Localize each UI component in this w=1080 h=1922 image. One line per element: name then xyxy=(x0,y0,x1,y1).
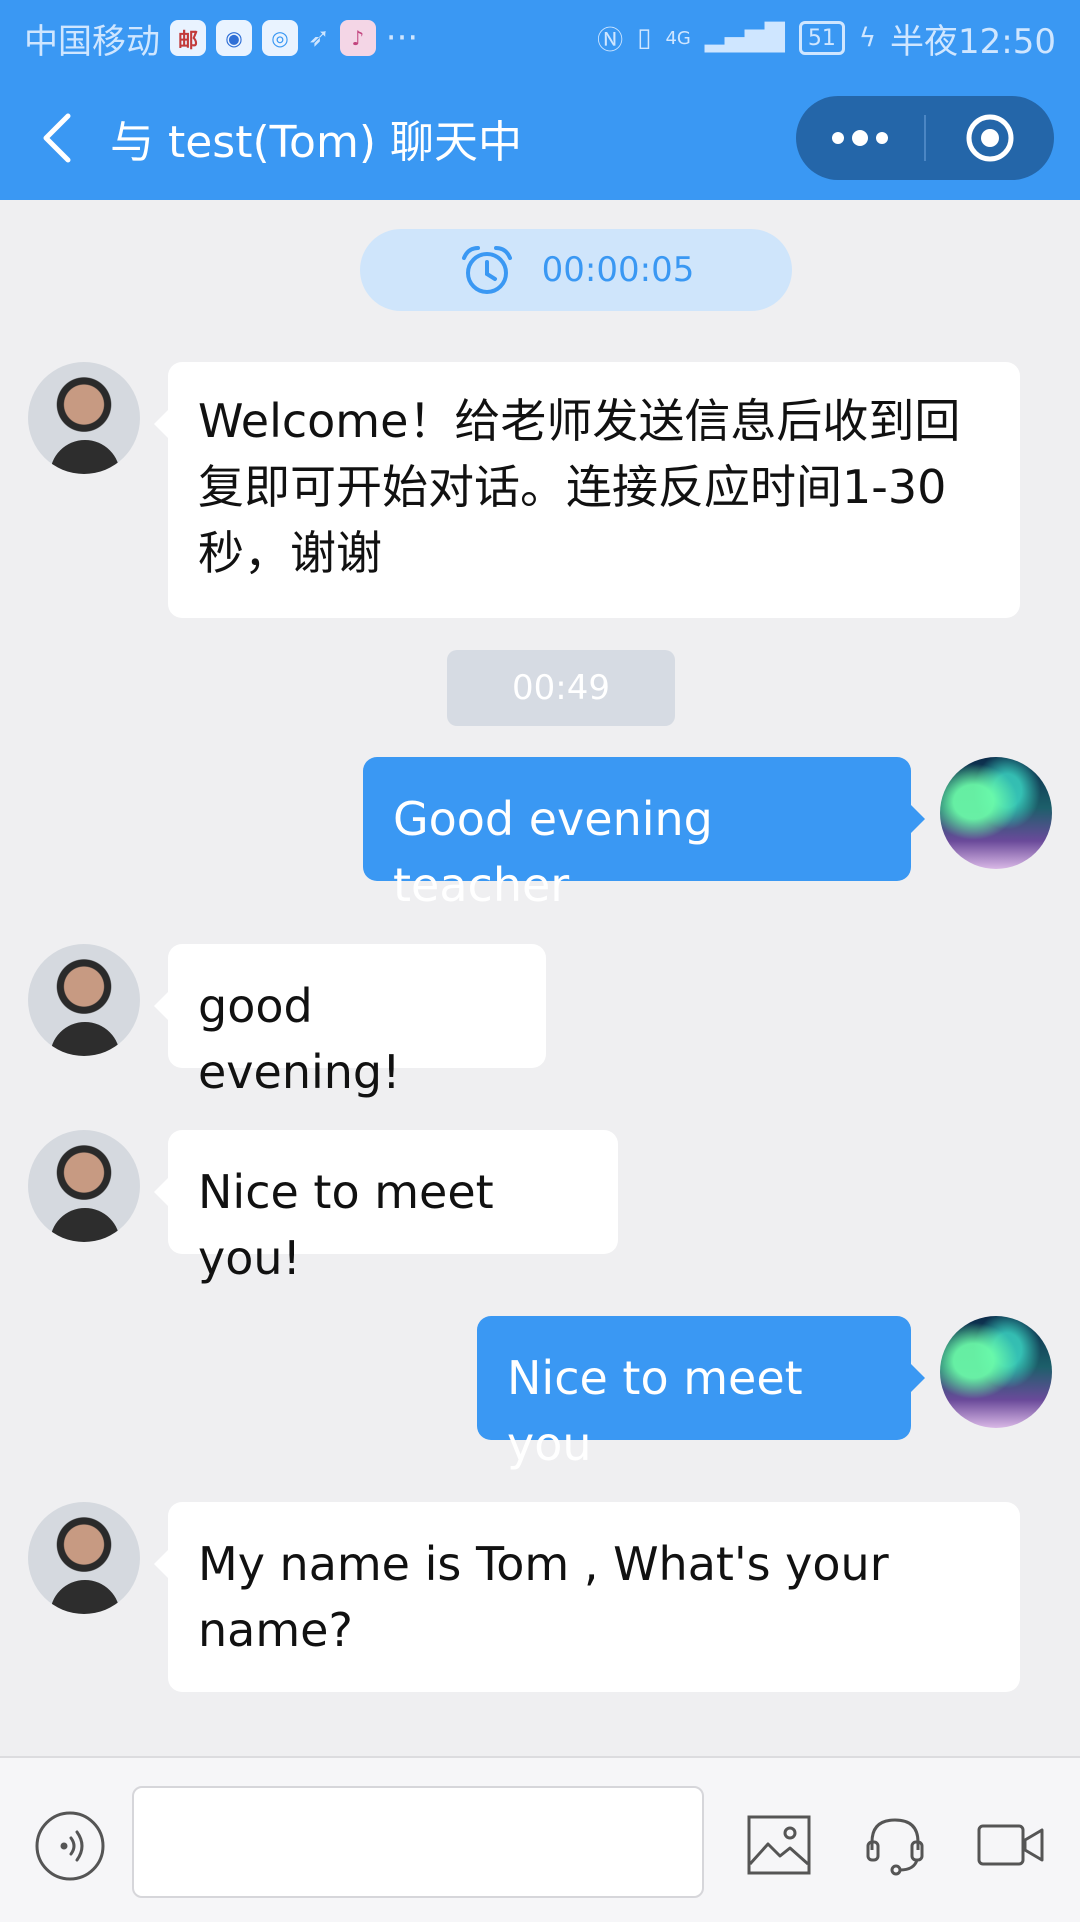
message-bubble: Welcome！给老师发送信息后收到回复即可开始对话。连接反应时间1-30秒，谢… xyxy=(154,362,1020,618)
voice-icon xyxy=(35,1811,105,1881)
message-text: good evening! xyxy=(198,979,401,1099)
session-timer: 00:00:05 xyxy=(360,229,792,311)
dot-icon xyxy=(832,132,844,144)
baidu-app-icon: ◉ xyxy=(216,20,252,56)
nav-bar: 与 test(Tom) 聊天中 xyxy=(0,76,1080,200)
avatar-tom[interactable] xyxy=(28,362,140,474)
message-bubble: Good evening teacher xyxy=(363,757,925,912)
chevron-left-icon xyxy=(43,113,71,163)
more-button[interactable] xyxy=(796,96,924,180)
miniprogram-capsule xyxy=(796,96,1054,180)
target-icon xyxy=(966,114,1014,162)
message-bubble: good evening! xyxy=(154,944,546,1099)
headset-icon xyxy=(866,1818,924,1876)
message-text: Nice to meet you xyxy=(507,1351,803,1471)
dot-icon xyxy=(852,130,868,146)
battery-level: 51 xyxy=(807,25,836,51)
vibrate-icon: ▯ xyxy=(637,23,652,53)
avatar-tom[interactable] xyxy=(28,1130,140,1242)
image-icon xyxy=(747,1815,811,1875)
message-bubble: My name is Tom , What's your name? xyxy=(154,1502,1020,1692)
signal-type-label: 4G xyxy=(665,27,691,49)
video-call-button[interactable] xyxy=(974,1808,1048,1882)
timer-value: 00:00:05 xyxy=(541,250,695,290)
charging-icon: ϟ xyxy=(858,23,877,53)
voice-input-button[interactable] xyxy=(34,1810,106,1882)
status-bar: 中国移动 邮 ◉ ◎ ➶ ♪ ··· Ⓝ ▯ 4G ▂▄▆█ 51 ϟ 半夜12… xyxy=(0,0,1080,76)
page-title: 与 test(Tom) 聊天中 xyxy=(110,117,522,168)
timestamp-text: 00:49 xyxy=(512,668,610,708)
more-notifications-icon: ··· xyxy=(385,18,419,58)
message-text: Good evening teacher xyxy=(393,792,713,912)
message-text: Welcome！给老师发送信息后收到回复即可开始对话。连接反应时间1-30秒，谢… xyxy=(198,394,961,580)
message-text: Nice to meet you! xyxy=(198,1165,494,1285)
alarm-clock-icon xyxy=(461,246,512,294)
video-camera-icon xyxy=(977,1824,1044,1866)
message-bubble: Nice to meet you xyxy=(477,1316,925,1471)
dot-icon xyxy=(876,132,888,144)
nfc-icon: Ⓝ xyxy=(597,25,624,56)
message-input[interactable] xyxy=(132,1786,704,1898)
close-miniprogram-button[interactable] xyxy=(926,96,1054,180)
back-button[interactable] xyxy=(36,112,80,164)
signal-strength-icon: ▂▄▆█ xyxy=(704,23,785,53)
browser-app-icon: ◎ xyxy=(262,20,298,56)
avatar-me[interactable] xyxy=(940,1316,1052,1428)
voice-call-button[interactable] xyxy=(858,1808,932,1882)
avatar-me[interactable] xyxy=(940,757,1052,869)
avatar-tom[interactable] xyxy=(28,1502,140,1614)
clock: 半夜12:50 xyxy=(890,21,1056,62)
message-text: My name is Tom , What's your name? xyxy=(198,1537,889,1657)
avatar-tom[interactable] xyxy=(28,944,140,1056)
mail-app-icon: 邮 xyxy=(170,20,206,56)
message-timestamp: 00:49 xyxy=(447,650,675,726)
message-bubble: Nice to meet you! xyxy=(154,1130,618,1285)
composer-bar xyxy=(0,1756,1080,1922)
send-image-button[interactable] xyxy=(742,1808,816,1882)
bird-app-icon: ➶ xyxy=(308,23,330,53)
music-app-icon: ♪ xyxy=(339,20,376,56)
carrier-label: 中国移动 xyxy=(24,21,160,62)
battery-icon: 51 xyxy=(798,21,845,55)
